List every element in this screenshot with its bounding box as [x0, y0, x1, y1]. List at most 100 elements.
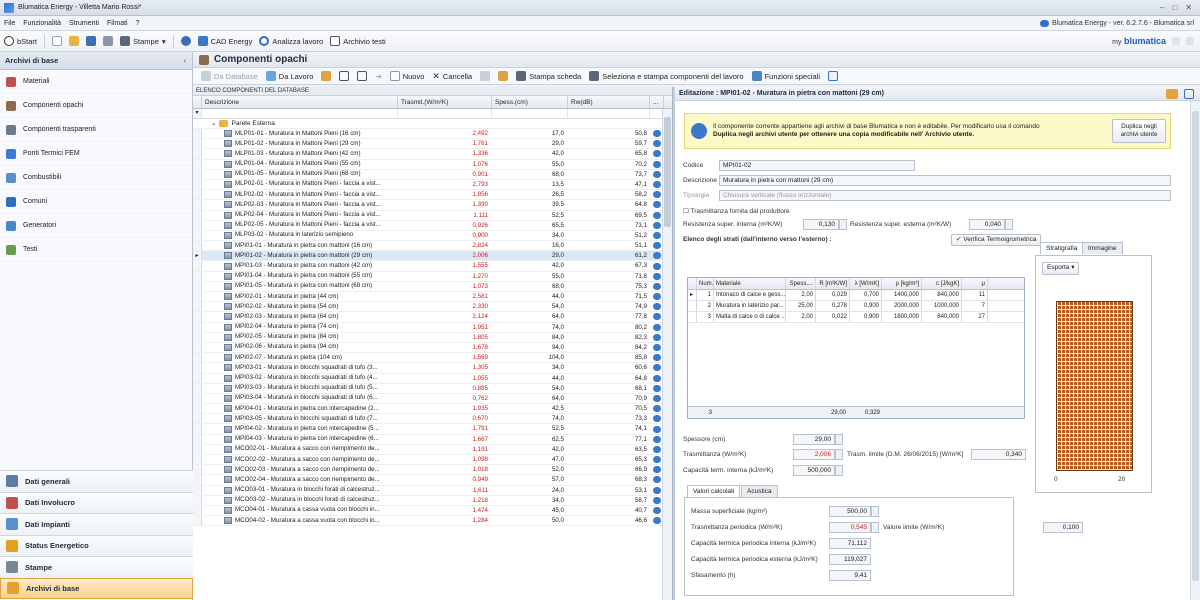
table-row[interactable]: MCO03-02 - Muratura in blocchi forati di…	[193, 495, 672, 506]
nav-dati-generali[interactable]: Dati generali	[0, 470, 193, 492]
table-row[interactable]: MLP01-05 - Muratura in Mattoni Pieni (68…	[193, 169, 672, 180]
table-row[interactable]: MCO02-04 - Muratura a sacco con riempime…	[193, 475, 672, 486]
table-row[interactable]: MPI02-02 - Muratura in pietra (54 cm) 2,3…	[193, 302, 672, 313]
table-row[interactable]: MLP01-02 - Muratura in Mattoni Pieni (29…	[193, 139, 672, 150]
cap-periodica-interna-field[interactable]: 71,112	[829, 538, 871, 549]
archivio-testi-button[interactable]: Archivio testi	[330, 36, 386, 46]
table-row[interactable]: MCO04-01 - Muratura a cassa vuota con bl…	[193, 505, 672, 517]
esporta-button[interactable]: Esporta ▾	[1042, 262, 1080, 275]
table-row[interactable]: MLP02-04 - Muratura in Mattoni Pieni - f…	[193, 210, 672, 221]
collapse-chevron-icon[interactable]: ‹	[184, 56, 187, 65]
table-row[interactable]: MCO03-01 - Muratura in blocchi forati di…	[193, 485, 672, 496]
table-row[interactable]: MPI02-04 - Muratura in pietra (74 cm) 1,9…	[193, 322, 672, 333]
table-row[interactable]: MPI03-04 - Muratura in blocchi squadrati…	[193, 393, 672, 405]
spessore-spinner[interactable]	[835, 434, 843, 445]
table-row[interactable]: MPI01-01 - Muratura in pietra con matton…	[193, 241, 672, 252]
window-icon[interactable]	[1184, 88, 1194, 99]
save-button[interactable]	[86, 36, 97, 46]
table-row[interactable]: MLP03-02 - Muratura in laterizio semipie…	[193, 230, 672, 242]
trasmittanza-spinner[interactable]	[835, 449, 843, 460]
move-icon-button[interactable]	[321, 71, 332, 81]
table-row[interactable]: ▸ MPI01-02 - Muratura in pietra con matto…	[193, 251, 672, 262]
layer-row[interactable]: 2 Muratura in laterizio par... 25,00 0,278 0…	[688, 301, 1024, 312]
seleziona-stampa-button[interactable]: Seleziona e stampa componenti del lavoro	[589, 71, 744, 81]
da-lavoro-button[interactable]: Da Lavoro	[265, 71, 313, 81]
table-row[interactable]: MLP02-02 - Muratura in Mattoni Pieni - f…	[193, 190, 672, 201]
valore-limite-field[interactable]: 0,100	[1043, 522, 1083, 533]
close-icon[interactable]: ✕	[1185, 3, 1192, 12]
copy-button[interactable]	[480, 71, 491, 81]
table-row[interactable]: MPI04-01 - Muratura in pietra con interc…	[193, 404, 672, 415]
tab-valori-calcolati[interactable]: Valori calcolati	[687, 485, 741, 497]
descrizione-field[interactable]: Muratura in pietra con mattoni (29 cm)	[719, 175, 1171, 186]
nav-status-energetico[interactable]: Status Energetico	[0, 534, 193, 556]
table-row[interactable]: MPI01-05 - Muratura in pietra con matton…	[193, 281, 672, 292]
table-row[interactable]: MPI03-03 - Muratura in blocchi squadrati…	[193, 383, 672, 394]
tipologia-select[interactable]: Chiusura verticale (flusso orizzontale)	[719, 190, 1171, 201]
funzioni-speciali-button[interactable]: Funzioni speciali	[751, 71, 820, 81]
capacita-spinner[interactable]	[835, 465, 843, 476]
col-rw[interactable]: Rw(dB)	[568, 96, 650, 108]
sfasamento-field[interactable]: 9,41	[829, 570, 871, 581]
sidebar-item-ponti-termici-fem[interactable]: Ponti Termici FEM	[0, 142, 192, 166]
sidebar-item-testi[interactable]: Testi	[0, 238, 192, 262]
col-descrizione[interactable]: Descrizione	[202, 96, 398, 108]
editor-scrollbar[interactable]	[1190, 101, 1200, 600]
minimize-icon[interactable]: –	[1160, 3, 1164, 12]
nav-dati-impianti[interactable]: Dati Impianti	[0, 513, 193, 535]
sidebar-item-componenti-trasparenti[interactable]: Componenti trasparenti	[0, 118, 192, 142]
analizza-lavoro-button[interactable]: Analizza lavoro	[259, 36, 323, 46]
massa-spinner[interactable]	[871, 506, 879, 517]
start-icon[interactable]	[1166, 88, 1178, 99]
table-row[interactable]: MPI04-02 - Muratura in pietra con interc…	[193, 424, 672, 435]
expand-button[interactable]	[339, 71, 350, 81]
stampe-button[interactable]: Stampe ▾	[120, 36, 166, 46]
table-row[interactable]: MCO02-02 - Muratura a sacco con riempime…	[193, 455, 672, 466]
filter-row[interactable]: ▾	[193, 109, 672, 119]
tab-acustica[interactable]: Acustica	[741, 485, 778, 497]
menu-filmati[interactable]: Filmati	[107, 20, 128, 27]
help-icon[interactable]	[1186, 37, 1194, 45]
table-row[interactable]: MLP02-03 - Muratura in Mattoni Pieni - f…	[193, 200, 672, 211]
paste-button[interactable]	[498, 71, 509, 81]
table-row[interactable]: MLP01-03 - Muratura in Mattoni Pieni (42…	[193, 149, 672, 160]
new-file-button[interactable]	[52, 36, 63, 46]
export-arrow-button[interactable]	[828, 71, 839, 81]
sidebar-item-combustibili[interactable]: Combustibili	[0, 166, 192, 190]
codice-field[interactable]: MPI01-02	[719, 160, 915, 171]
layer-row[interactable]: ▸ 1 Intonaco di calce e gess... 2,00 0,029 0,…	[688, 290, 1024, 301]
table-row[interactable]: MPI02-03 - Muratura in pietra (64 cm) 2,1…	[193, 312, 672, 323]
menu-help[interactable]: ?	[136, 20, 140, 27]
table-row[interactable]: MPI01-04 - Muratura in pietra con matton…	[193, 271, 672, 282]
trasm-limite-field[interactable]: 0,340	[971, 449, 1026, 460]
cancella-button[interactable]: ✕ Cancella	[432, 71, 472, 82]
bstart-button[interactable]: bStart	[4, 36, 37, 46]
nav-archivi-di-base[interactable]: Archivi di base	[0, 577, 193, 599]
nuovo-button[interactable]: Nuovo	[389, 71, 424, 81]
settings-button[interactable]	[180, 36, 191, 46]
trasm-periodica-field[interactable]: 0,545	[829, 522, 871, 533]
table-row[interactable]: MLP01-04 - Muratura in Mattoni Pieni (55…	[193, 159, 672, 170]
table-row[interactable]: MPI02-01 - Muratura in pietra (44 cm) 2,5…	[193, 292, 672, 303]
table-row[interactable]: MPI03-02 - Muratura in blocchi squadrati…	[193, 373, 672, 384]
group-row[interactable]: ⌄ Parete Esterna	[193, 119, 672, 129]
sidebar-item-componenti-opachi[interactable]: Componenti opachi	[0, 94, 192, 118]
stampa-scheda-button[interactable]: Stampa scheda	[516, 71, 581, 81]
table-row[interactable]: MPI01-03 - Muratura in pietra con matton…	[193, 261, 672, 272]
table-row[interactable]: MPI02-07 - Muratura in pietra (104 cm) 1,…	[193, 353, 672, 364]
table-row[interactable]: MPI03-01 - Muratura in blocchi squadrati…	[193, 363, 672, 374]
da-database-button[interactable]: Da Database	[201, 71, 258, 81]
tab-stratigrafia[interactable]: Stratigrafia	[1040, 242, 1084, 254]
table-row[interactable]: MPI02-06 - Muratura in pietra (94 cm) 1,6…	[193, 342, 672, 354]
open-button[interactable]	[69, 36, 80, 46]
table-row[interactable]: MPI04-03 - Muratura in pietra con interc…	[193, 434, 672, 445]
table-row[interactable]: MCO02-01 - Muratura a sacco con riempime…	[193, 444, 672, 455]
menu-funzionalita[interactable]: Funzionalità	[23, 20, 61, 27]
verifica-termoigrometrica-button[interactable]: ✔ Verifica Termoigrometrica	[951, 234, 1042, 246]
layer-row[interactable]: 3 Malta di calce o di calce ... 2,00 0,022 0…	[688, 312, 1024, 323]
col-trasmittanza[interactable]: Trasmit.(W/m²K)	[398, 96, 492, 108]
sidebar-item-generatori[interactable]: Generatori	[0, 214, 192, 238]
menu-file[interactable]: File	[4, 20, 15, 27]
col-spessore[interactable]: Spess.(cm)	[492, 96, 568, 108]
collapse-button[interactable]	[357, 71, 368, 81]
